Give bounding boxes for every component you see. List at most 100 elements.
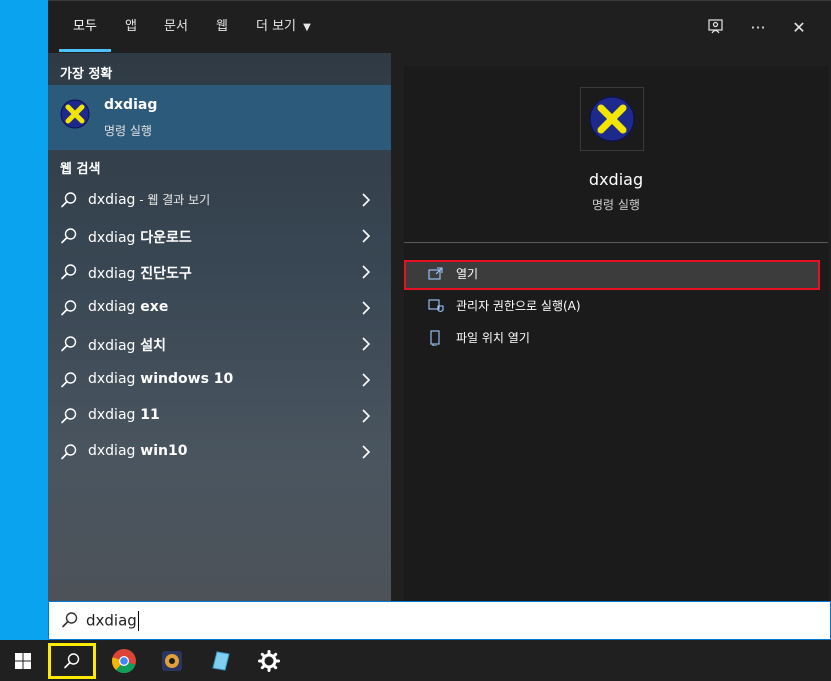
tab-web[interactable]: 웹	[216, 17, 228, 37]
chevron-right-icon	[362, 445, 371, 459]
text-caret	[137, 611, 139, 631]
dxdiag-large-icon	[589, 96, 635, 142]
open-file-location-action[interactable]: 파일 위치 열기	[404, 324, 822, 352]
web-search-suffix: 설치	[135, 338, 167, 354]
settings-taskbar-button[interactable]	[246, 640, 292, 681]
start-button[interactable]	[0, 640, 46, 681]
notepad-icon	[212, 650, 230, 671]
open-icon	[428, 267, 443, 280]
search-icon	[61, 192, 77, 208]
preview-divider	[404, 242, 828, 243]
search-icon	[61, 408, 77, 424]
preview-app-tile	[580, 87, 644, 151]
desktop-background	[0, 0, 48, 640]
caret-down-icon: ▼	[303, 22, 311, 33]
search-box[interactable]: dxdiag	[48, 601, 831, 640]
web-search-item-text: dxdiag win10	[88, 443, 187, 459]
web-search-query: dxdiag	[88, 192, 136, 208]
results-list: 가장 정확 dxdiag 명령 실행 웹 검색 dxdiag - 웹 결과 보기…	[48, 53, 391, 602]
web-search-item-text: dxdiag windows 10	[88, 371, 233, 387]
tab-more-label: 더 보기	[256, 19, 297, 34]
open-action[interactable]: 열기	[404, 260, 820, 290]
web-search-suffix: 진단도구	[135, 266, 192, 282]
web-search-item[interactable]: dxdiag win10	[48, 435, 391, 469]
web-search-suffix: windows 10	[135, 371, 234, 387]
tab-documents[interactable]: 문서	[164, 17, 188, 37]
active-tab-indicator	[59, 49, 111, 52]
file-location-icon	[430, 330, 440, 346]
web-search-item-text: dxdiag 설치	[88, 335, 166, 355]
chrome-icon	[111, 648, 136, 673]
web-search-item[interactable]: dxdiag - 웹 결과 보기	[48, 183, 391, 217]
web-search-item-text: dxdiag exe	[88, 299, 168, 315]
web-search-suffix: 11	[135, 407, 160, 423]
best-match-type: 명령 실행	[104, 124, 152, 138]
web-search-item-text: dxdiag 진단도구	[88, 263, 192, 283]
gear-icon	[258, 649, 280, 672]
web-search-suffix: 다운로드	[135, 230, 192, 246]
media-app-taskbar-button[interactable]	[149, 640, 195, 681]
web-search-item[interactable]: dxdiag exe	[48, 291, 391, 325]
search-input-value: dxdiag	[86, 611, 137, 630]
chevron-right-icon	[362, 193, 371, 207]
chevron-right-icon	[362, 265, 371, 279]
search-icon	[61, 444, 77, 460]
chevron-right-icon	[362, 229, 371, 243]
windows-logo-icon	[15, 652, 31, 669]
chevron-right-icon	[362, 301, 371, 315]
web-search-item[interactable]: dxdiag 11	[48, 399, 391, 433]
web-search-heading: 웹 검색	[60, 162, 101, 177]
web-search-query: dxdiag	[88, 443, 136, 459]
web-search-query: dxdiag	[88, 299, 136, 315]
search-icon	[61, 228, 77, 244]
web-search-suffix: exe	[135, 299, 169, 315]
close-icon[interactable]: ✕	[787, 15, 811, 39]
taskbar-search-button[interactable]	[48, 643, 96, 679]
shield-icon	[428, 299, 444, 313]
best-match-heading: 가장 정확	[60, 67, 113, 82]
best-match-name: dxdiag	[104, 97, 158, 113]
notepad-taskbar-button[interactable]	[197, 640, 243, 681]
web-search-item-text: dxdiag - 웹 결과 보기	[88, 191, 210, 208]
open-file-location-label: 파일 위치 열기	[456, 331, 530, 345]
web-search-query: dxdiag	[88, 338, 136, 354]
feedback-icon[interactable]	[704, 15, 728, 39]
open-action-label: 열기	[456, 267, 479, 281]
search-icon	[61, 372, 77, 388]
web-search-query: dxdiag	[88, 371, 136, 387]
web-search-item[interactable]: dxdiag 설치	[48, 327, 391, 361]
search-filter-bar: 모두 앱 문서 웹 더 보기 ▼ ··· ✕	[48, 1, 831, 53]
run-as-admin-action[interactable]: 관리자 권한으로 실행(A)	[404, 292, 822, 320]
web-search-suffix: win10	[135, 443, 188, 459]
preview-pane: dxdiag 명령 실행 열기 관리자 권한으로 실행(A) 파일 위치 열기	[404, 66, 828, 602]
preview-app-type: 명령 실행	[592, 198, 640, 212]
media-app-icon	[162, 650, 182, 671]
tab-more[interactable]: 더 보기 ▼	[256, 17, 311, 37]
more-options-icon[interactable]: ···	[746, 15, 770, 39]
run-as-admin-label: 관리자 권한으로 실행(A)	[456, 299, 581, 313]
tab-apps[interactable]: 앱	[125, 17, 137, 37]
web-search-item-text: dxdiag 다운로드	[88, 227, 192, 247]
web-search-item[interactable]: dxdiag 다운로드	[48, 219, 391, 253]
start-search-panel: 모두 앱 문서 웹 더 보기 ▼ ··· ✕ 가장 정확 dxdiag 명령 실…	[48, 0, 831, 641]
search-icon	[61, 300, 77, 316]
web-search-query: dxdiag	[88, 230, 136, 246]
search-icon	[61, 264, 77, 280]
web-search-item[interactable]: dxdiag 진단도구	[48, 255, 391, 289]
web-search-query: dxdiag	[88, 407, 136, 423]
web-search-item-text: dxdiag 11	[88, 407, 160, 423]
search-icon	[64, 653, 80, 669]
taskbar	[0, 640, 831, 681]
best-match-item[interactable]: dxdiag 명령 실행	[48, 85, 391, 150]
chevron-right-icon	[362, 373, 371, 387]
preview-app-name: dxdiag	[588, 170, 644, 189]
web-search-suffix: - 웹 결과 보기	[135, 193, 211, 207]
search-input[interactable]: dxdiag	[86, 611, 139, 631]
search-icon	[61, 336, 77, 352]
chevron-right-icon	[362, 337, 371, 351]
tab-all[interactable]: 모두	[73, 17, 97, 37]
chevron-right-icon	[362, 409, 371, 423]
chrome-taskbar-button[interactable]	[101, 640, 147, 681]
web-search-item[interactable]: dxdiag windows 10	[48, 363, 391, 397]
dxdiag-icon	[60, 99, 90, 129]
